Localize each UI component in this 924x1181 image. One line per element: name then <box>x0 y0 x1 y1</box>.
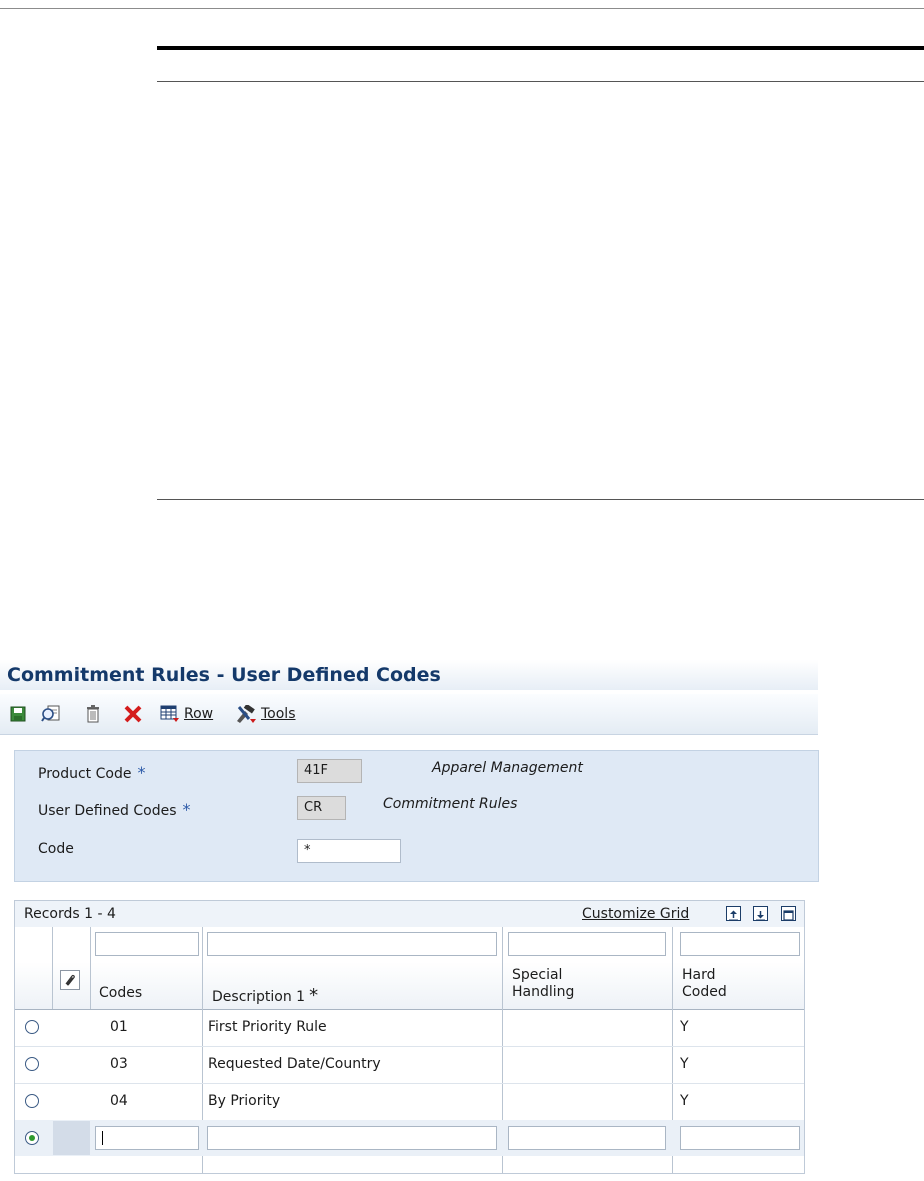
filter-hard-coded-input[interactable] <box>680 932 800 956</box>
code-input[interactable]: * <box>297 839 401 863</box>
new-code-input[interactable] <box>95 1126 199 1150</box>
column-divider <box>90 927 91 1009</box>
paperclip-icon <box>65 975 75 986</box>
row-menu[interactable]: Row <box>160 704 220 724</box>
save-icon <box>10 706 26 722</box>
row-select-radio[interactable] <box>25 1131 39 1145</box>
page-title: Commitment Rules - User Defined Codes <box>7 664 441 686</box>
delete-icon <box>87 705 99 723</box>
cell-description: First Priority Rule <box>208 1019 327 1035</box>
cell-code: 01 <box>110 1019 128 1035</box>
search-icon <box>41 705 60 722</box>
required-mark: * <box>137 763 146 782</box>
export-icon[interactable] <box>726 906 741 921</box>
row-menu-label: Row <box>184 706 214 722</box>
code-label: Code <box>38 841 74 857</box>
header-panel: Product Code * 41F Apparel Management Use… <box>14 750 819 882</box>
close-icon <box>124 705 142 723</box>
records-grid: Records 1 - 4 Customize Grid Codes Descr… <box>14 900 805 1174</box>
product-code-description: Apparel Management <box>432 760 583 776</box>
toolbar: Row Tools <box>0 694 818 735</box>
customize-grid-link[interactable]: Customize Grid <box>582 906 689 922</box>
table-header-rule <box>157 81 924 82</box>
row-select-radio[interactable] <box>25 1057 39 1071</box>
table-top-thick-rule <box>157 46 924 50</box>
column-hard-coded[interactable]: Hard Coded <box>682 967 727 1001</box>
product-code-label: Product Code * <box>38 763 145 782</box>
row-indicator-cell <box>53 1121 90 1155</box>
column-special-line2: Handling <box>512 984 575 1000</box>
udc-description: Commitment Rules <box>383 796 518 812</box>
cell-code: 03 <box>110 1056 128 1072</box>
cell-description: Requested Date/Country <box>208 1056 381 1072</box>
cell-hard-coded: Y <box>680 1056 689 1072</box>
filter-special-input[interactable] <box>508 932 666 956</box>
column-hard-line1: Hard <box>682 967 716 983</box>
tools-icon <box>237 705 256 723</box>
filter-row <box>15 927 804 962</box>
filter-codes-input[interactable] <box>95 932 199 956</box>
filter-description-input[interactable] <box>207 932 497 956</box>
column-hard-line2: Coded <box>682 984 727 1000</box>
table-row[interactable]: 03 Requested Date/Country Y <box>15 1046 804 1084</box>
cell-hard-coded: Y <box>680 1093 689 1109</box>
commitment-rules-window: Commitment Rules - User Defined Codes Ro… <box>0 660 819 1181</box>
records-count: Records 1 - 4 <box>24 906 116 922</box>
text-cursor <box>102 1131 103 1145</box>
tools-menu-label: Tools <box>261 706 296 722</box>
product-code-label-text: Product Code <box>38 766 132 782</box>
grid-header-bar: Records 1 - 4 Customize Grid <box>15 901 804 928</box>
title-bar: Commitment Rules - User Defined Codes <box>0 660 818 690</box>
page-top-rule <box>0 8 924 9</box>
column-special-handling[interactable]: Special Handling <box>512 967 574 1001</box>
cell-hard-coded: Y <box>680 1019 689 1035</box>
close-button[interactable] <box>122 704 144 724</box>
radio-selected-dot <box>29 1135 35 1141</box>
import-icon[interactable] <box>753 906 768 921</box>
cell-code: 04 <box>110 1093 128 1109</box>
tools-menu[interactable]: Tools <box>235 704 307 724</box>
attachment-header[interactable] <box>60 970 80 990</box>
search-button[interactable] <box>40 704 62 724</box>
column-header-row: Codes Description 1 * Special Handling Ha… <box>15 962 804 1010</box>
required-mark: * <box>309 985 319 1006</box>
udc-field[interactable]: CR <box>297 796 346 820</box>
new-description-input[interactable] <box>207 1126 497 1150</box>
new-special-input[interactable] <box>508 1126 666 1150</box>
udc-label-text: User Defined Codes <box>38 803 177 819</box>
table-bottom-rule <box>157 499 924 500</box>
column-description-label: Description 1 <box>212 989 306 1005</box>
new-hard-coded-input[interactable] <box>680 1126 800 1150</box>
udc-label: User Defined Codes * <box>38 800 191 819</box>
column-description[interactable]: Description 1 * <box>212 985 318 1006</box>
save-button[interactable] <box>8 704 28 724</box>
grid-icon <box>160 705 179 722</box>
column-divider <box>52 927 53 1009</box>
required-mark: * <box>182 800 191 819</box>
column-special-line1: Special <box>512 967 563 983</box>
product-code-field[interactable]: 41F <box>297 759 362 783</box>
column-codes[interactable]: Codes <box>99 985 142 1001</box>
table-row[interactable]: 01 First Priority Rule Y <box>15 1009 804 1047</box>
row-select-radio[interactable] <box>25 1020 39 1034</box>
delete-button[interactable] <box>84 704 102 724</box>
row-select-radio[interactable] <box>25 1094 39 1108</box>
new-entry-row[interactable] <box>15 1120 804 1156</box>
maximize-icon[interactable] <box>781 906 796 921</box>
table-row[interactable]: 04 By Priority Y <box>15 1083 804 1121</box>
cell-description: By Priority <box>208 1093 281 1109</box>
